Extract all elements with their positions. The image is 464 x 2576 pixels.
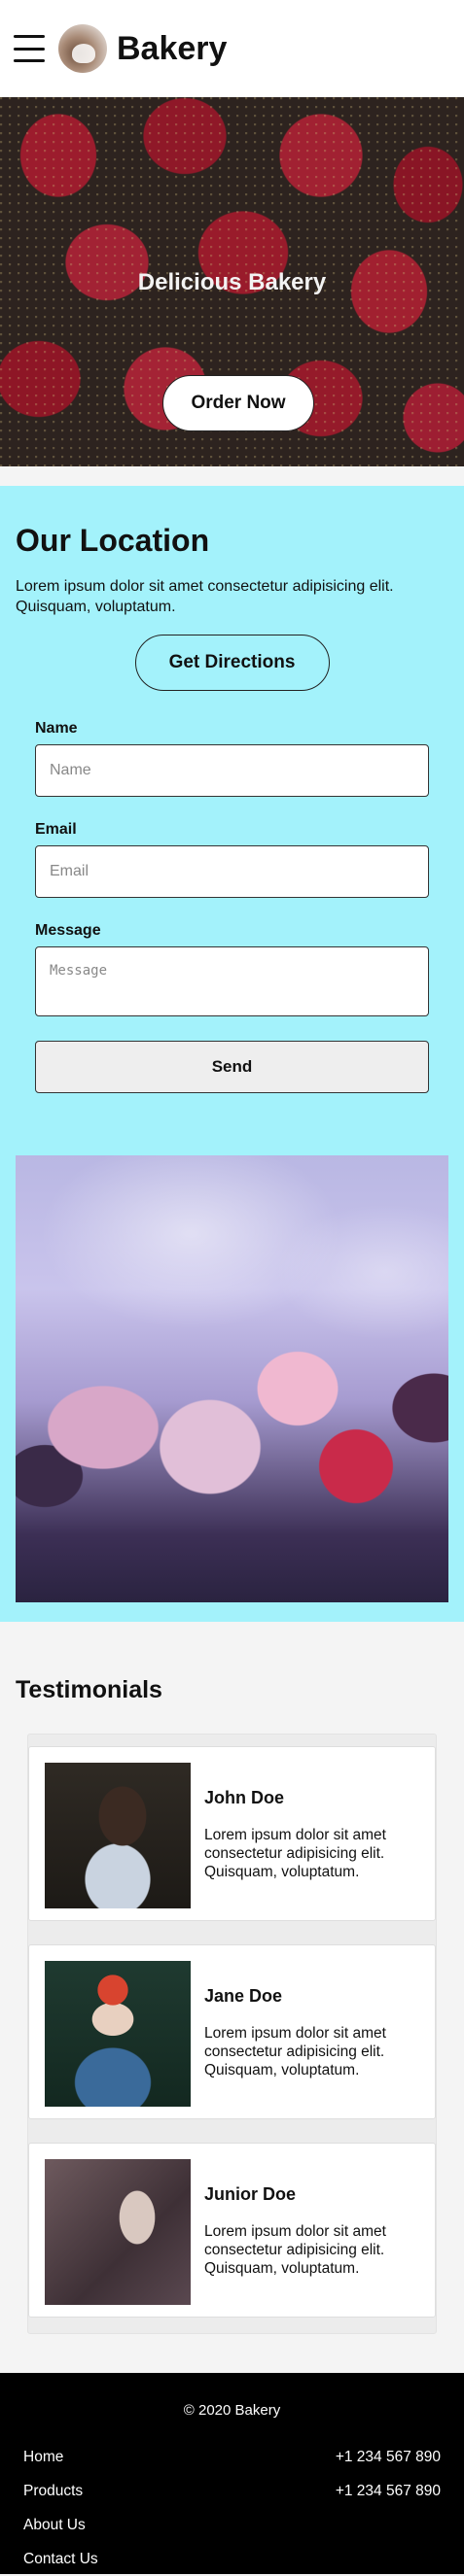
message-field[interactable]: Message (35, 946, 429, 1016)
hero-title: Delicious Bakery (137, 269, 327, 295)
location-description: Lorem ipsum dolor sit amet consectetur a… (16, 578, 394, 615)
get-directions-button[interactable]: Get Directions (134, 635, 330, 691)
site-header: Bakery (0, 0, 464, 97)
contact-form: Name Name Email Email Message Message Se… (16, 691, 448, 1093)
testimonial-photo (45, 2159, 191, 2305)
testimonial-name: Junior Doe (204, 2184, 297, 2204)
footer-link-about-us[interactable]: About Us (23, 2517, 86, 2534)
send-button[interactable]: Send (35, 1041, 429, 1093)
footer-link-contact-us[interactable]: Contact Us (23, 2551, 98, 2568)
testimonial-photo (45, 1961, 191, 2107)
footer-link-products[interactable]: Products (23, 2483, 83, 2500)
testimonial-text: Lorem ipsum dolor sit amet consectetur a… (204, 1827, 386, 1880)
testimonials-list: John Doe Lorem ipsum dolor sit amet cons… (27, 1734, 437, 2334)
site-footer: © 2020 Bakery Home +1 234 567 890 Produc… (0, 2373, 464, 2574)
testimonial-card: Jane Doe Lorem ipsum dolor sit amet cons… (28, 1944, 436, 2119)
testimonial-photo (45, 1763, 191, 1908)
location-section: Our Location Lorem ipsum dolor sit amet … (0, 486, 464, 1622)
testimonials-title: Testimonials (16, 1676, 162, 1703)
hamburger-menu-icon[interactable] (14, 35, 45, 62)
frozen-berries-image (16, 1155, 448, 1602)
footer-phone: +1 234 567 890 (335, 2448, 441, 2465)
footer-phone: +1 234 567 890 (335, 2482, 441, 2499)
name-label: Name (35, 720, 78, 737)
testimonial-text: Lorem ipsum dolor sit amet consectetur a… (204, 2025, 386, 2078)
bakery-logo[interactable] (58, 24, 107, 73)
brand-name[interactable]: Bakery (117, 30, 227, 68)
message-label: Message (35, 922, 101, 939)
testimonial-name: John Doe (204, 1788, 285, 1807)
order-now-button[interactable]: Order Now (162, 375, 314, 431)
name-field[interactable]: Name (35, 744, 429, 797)
location-title: Our Location (16, 523, 210, 558)
testimonial-card: John Doe Lorem ipsum dolor sit amet cons… (28, 1746, 436, 1921)
footer-link-home[interactable]: Home (23, 2449, 63, 2466)
testimonial-name: Jane Doe (204, 1986, 283, 2006)
testimonial-card: Junior Doe Lorem ipsum dolor sit amet co… (28, 2143, 436, 2318)
testimonial-text: Lorem ipsum dolor sit amet consectetur a… (204, 2223, 386, 2277)
testimonials-section: Testimonials John Doe Lorem ipsum dolor … (0, 1622, 464, 2373)
email-label: Email (35, 821, 77, 838)
email-field[interactable]: Email (35, 845, 429, 898)
hero-banner: Delicious Bakery Order Now (0, 97, 464, 466)
copyright-text: © 2020 Bakery (183, 2402, 281, 2419)
